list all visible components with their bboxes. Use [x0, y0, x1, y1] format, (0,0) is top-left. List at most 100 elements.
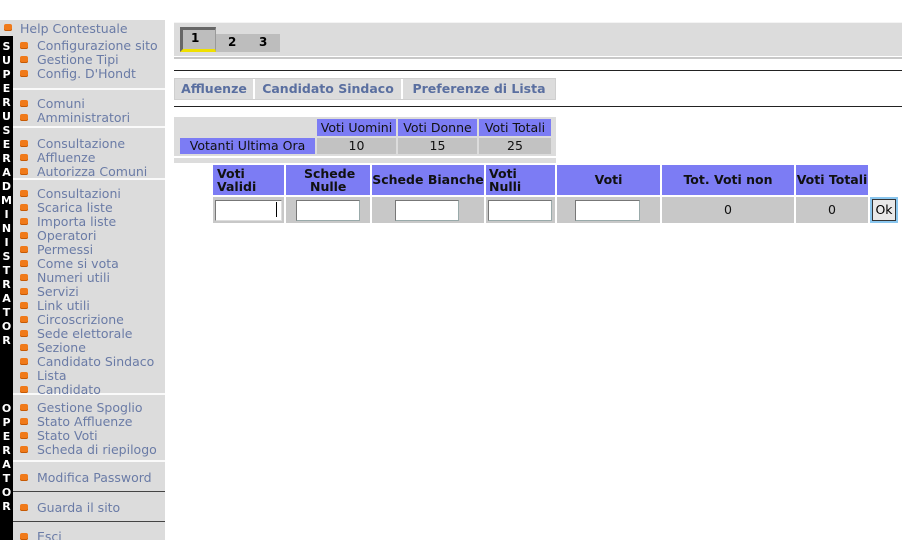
role-strip-letter: E	[2, 138, 11, 151]
orange-bullet-icon	[20, 114, 28, 121]
sidebar-item-circoscrizione[interactable]: Circoscrizione	[13, 312, 165, 327]
sidebar-item-permessi[interactable]: Permessi	[13, 242, 165, 257]
role-vertical-strip: SUPERUSERADMINISTRATOROPERATOR	[0, 36, 13, 540]
sidebar-item-consultazioni[interactable]: Consultazioni	[13, 186, 165, 201]
page-tabs-bar: 1 2 3	[174, 22, 902, 59]
sidebar-item-amministratori[interactable]: Amministratori	[13, 110, 165, 125]
header-voti-contestati: Voti Contestati	[557, 165, 660, 217]
orange-bullet-icon	[20, 56, 28, 63]
value-voti-totali: 25	[479, 138, 551, 154]
sidebar-item-sede-elettorale[interactable]: Sede elettorale	[13, 326, 165, 341]
orange-bullet-icon	[20, 246, 28, 253]
sidebar-item-scarica-liste[interactable]: Scarica liste	[13, 200, 165, 215]
sidebar-item-label: Autorizza Comuni	[37, 164, 148, 179]
header-tot-voti-non-validi: Tot. Voti non Validi	[662, 165, 794, 217]
orange-bullet-icon	[20, 154, 28, 161]
sidebar-item-modifica-password[interactable]: Modifica Password	[13, 470, 165, 485]
sidebar-item-guarda-il-sito[interactable]: Guarda il sito	[13, 500, 165, 515]
sidebar-item-label: Candidato Sindaco	[37, 354, 155, 369]
page-tab-1[interactable]: 1	[180, 27, 216, 52]
role-strip-letter: R	[2, 444, 11, 457]
sidebar-item-label: Config. D'Hondt	[37, 66, 136, 81]
value-voti-donne: 15	[398, 138, 477, 154]
ok-button[interactable]: Ok	[872, 199, 896, 221]
role-strip-letter: S	[2, 124, 11, 137]
sidebar-item-numeri-utili[interactable]: Numeri utili	[13, 270, 165, 285]
sidebar-item-label: Permessi	[37, 242, 94, 257]
help-contestuale-label: Help Contestuale	[20, 21, 128, 36]
sidebar-item-gestione-spoglio[interactable]: Gestione Spoglio	[13, 400, 165, 415]
sidebar-item-autorizza-comuni[interactable]: Autorizza Comuni	[13, 164, 165, 179]
sidebar-item-label: Amministratori	[37, 110, 131, 125]
tab-preferenze-di-lista[interactable]: Preferenze di Lista	[403, 79, 555, 99]
sidebar-item-consultazione[interactable]: Consultazione	[13, 136, 165, 151]
sidebar-item-lista[interactable]: Lista	[13, 368, 165, 383]
sidebar-item-label: Stato Voti	[37, 428, 98, 443]
sidebar-item-importa-liste[interactable]: Importa liste	[13, 214, 165, 229]
sidebar-item-label: Configurazione sito	[37, 38, 158, 53]
sidebar-item-configurazione-sito[interactable]: Configurazione sito	[13, 38, 165, 53]
sidebar-item-esci[interactable]: Esci	[13, 529, 165, 540]
sidebar-item-label: Consultazioni	[37, 186, 121, 201]
tab-affluenze[interactable]: Affluenze	[175, 79, 255, 99]
sidebar-item-link-utili[interactable]: Link utili	[13, 298, 165, 313]
cell-schede-nulle	[286, 197, 370, 223]
sidebar-item-candidato-sindaco[interactable]: Candidato Sindaco	[13, 354, 165, 369]
orange-bullet-icon	[20, 100, 28, 107]
orange-bullet-icon	[20, 358, 28, 365]
help-contestuale-link[interactable]: Help Contestuale	[0, 20, 165, 36]
sidebar-item-stato-affluenze[interactable]: Stato Affluenze	[13, 414, 165, 429]
voti-nulli-input[interactable]	[488, 200, 552, 221]
voti-validi-input[interactable]	[215, 200, 282, 221]
sidebar-item-label: Stato Affluenze	[37, 414, 133, 429]
sidebar-item-come-si-vota[interactable]: Come si vota	[13, 256, 165, 271]
voti-contestati-input[interactable]	[575, 200, 640, 221]
sidebar-item-label: Esci	[37, 529, 62, 540]
header-schede-nulle: Schede Nulle	[286, 165, 370, 195]
orange-bullet-icon	[20, 330, 28, 337]
orange-bullet-icon	[20, 302, 28, 309]
sidebar-item-label: Sezione	[37, 340, 86, 355]
role-strip-letter: T	[2, 264, 11, 277]
sidebar-item-candidato[interactable]: Candidato	[13, 382, 165, 397]
orange-bullet-icon	[20, 344, 28, 351]
sidebar-item-affluenze[interactable]: Affluenze	[13, 150, 165, 165]
role-strip-letter: O	[1, 402, 12, 415]
sidebar-item-label: Come si vota	[37, 256, 119, 271]
sidebar-item-stato-voti[interactable]: Stato Voti	[13, 428, 165, 443]
sidebar-item-comuni[interactable]: Comuni	[13, 96, 165, 111]
page-tab-3[interactable]: 3	[259, 35, 267, 49]
orange-bullet-icon	[20, 372, 28, 379]
orange-bullet-icon	[20, 432, 28, 439]
sidebar-separator	[13, 88, 165, 90]
role-strip-letter: N	[1, 222, 12, 235]
role-strip-letter: E	[2, 430, 11, 443]
sidebar-item-label: Scarica liste	[37, 200, 113, 215]
sidebar-item-label: Gestione Tipi	[37, 52, 119, 67]
sidebar-item-label: Guarda il sito	[37, 500, 121, 515]
stats-table-footer	[174, 156, 556, 158]
schede-bianche-input[interactable]	[395, 200, 459, 221]
tab-candidato-sindaco[interactable]: Candidato Sindaco	[255, 79, 403, 99]
role-strip-letter: T	[2, 472, 11, 485]
sidebar-item-label: Modifica Password	[37, 470, 152, 485]
sidebar-menu: Configurazione sito Gestione Tipi Config. …	[13, 36, 165, 540]
sidebar-item-operatori[interactable]: Operatori	[13, 228, 165, 243]
page-tab-2[interactable]: 2	[228, 35, 236, 49]
orange-bullet-icon	[20, 260, 28, 267]
role-strip-letter: R	[2, 334, 11, 347]
sidebar-item-scheda-di-riepilogo[interactable]: Scheda di riepilogo	[13, 442, 165, 457]
orange-bullet-icon	[20, 232, 28, 239]
header-voti-nulli: Voti Nulli	[486, 165, 555, 195]
sidebar-item-config-d-hondt[interactable]: Config. D'Hondt	[13, 66, 165, 81]
sidebar-item-gestione-tipi[interactable]: Gestione Tipi	[13, 52, 165, 67]
sidebar-item-servizi[interactable]: Servizi	[13, 284, 165, 299]
sidebar-item-label: Comuni	[37, 96, 85, 111]
role-strip-letter: R	[2, 152, 11, 165]
schede-nulle-input[interactable]	[296, 200, 360, 221]
orange-bullet-icon	[20, 533, 28, 540]
sidebar-item-sezione[interactable]: Sezione	[13, 340, 165, 355]
role-strip-letter: A	[2, 458, 11, 471]
role-strip-letter: A	[2, 166, 11, 179]
cell-voti-contestati	[557, 197, 660, 223]
